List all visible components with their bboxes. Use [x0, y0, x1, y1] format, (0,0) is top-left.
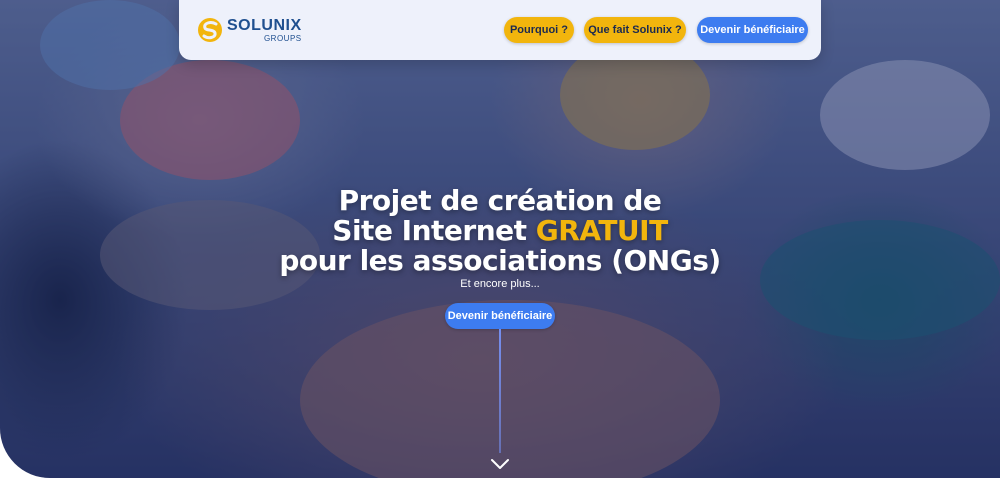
- scroll-indicator-line: [499, 329, 501, 453]
- hero-subtitle: Et encore plus...: [460, 278, 540, 290]
- hero-title-line3: pour les associations (ONGs): [279, 244, 721, 277]
- logo[interactable]: SOLUNIX GROUPS: [197, 15, 302, 45]
- hero-title-highlight: GRATUIT: [535, 214, 668, 247]
- nav-devenir-beneficiaire-button[interactable]: Devenir bénéficiaire: [697, 17, 808, 43]
- hero-title-line1: Projet de création de: [338, 184, 662, 217]
- hero-title-line2: Site Internet GRATUIT: [200, 216, 800, 246]
- nav-pourquoi-button[interactable]: Pourquoi ?: [504, 17, 574, 43]
- hero-cta-button[interactable]: Devenir bénéficiaire: [445, 303, 555, 329]
- solunix-logo-icon: [197, 17, 223, 43]
- brand-sub: GROUPS: [263, 33, 302, 43]
- hero-title: Projet de création de Site Internet GRAT…: [200, 186, 800, 276]
- brand-name: SOLUNIX: [227, 16, 302, 34]
- nav-que-fait-solunix-button[interactable]: Que fait Solunix ?: [584, 17, 686, 43]
- site-header: SOLUNIX GROUPS Pourquoi ? Que fait Solun…: [179, 0, 821, 60]
- chevron-down-icon[interactable]: [490, 456, 510, 470]
- hero-title-line2-prefix: Site Internet: [332, 214, 527, 247]
